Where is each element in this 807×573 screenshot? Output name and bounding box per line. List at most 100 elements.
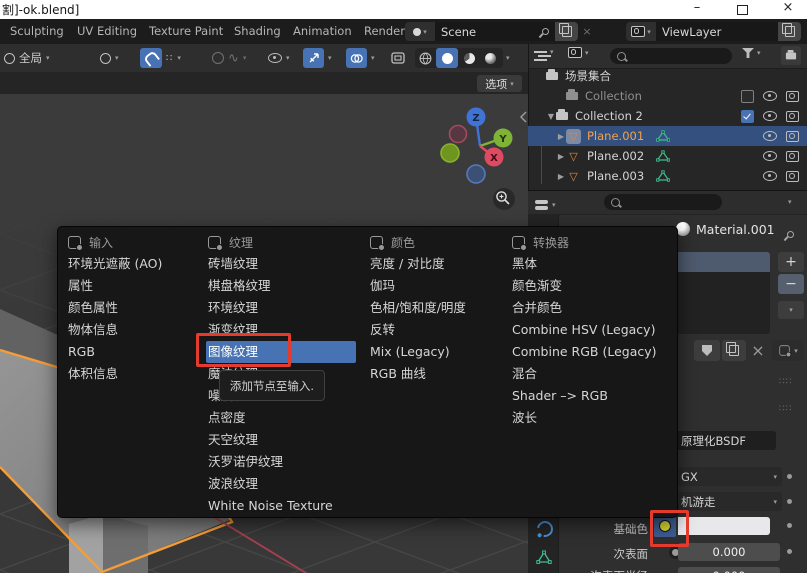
camera-icon[interactable] <box>786 131 799 142</box>
viewlayer-icon-button[interactable]: ▾ <box>626 22 656 41</box>
menu-item[interactable]: 颜色属性 <box>66 297 206 319</box>
outliner-filter-button[interactable]: ▾ <box>742 48 761 58</box>
keyframe-dot[interactable] <box>787 474 792 479</box>
eye-icon[interactable] <box>763 151 777 161</box>
menu-item[interactable]: 波长 <box>510 407 672 429</box>
menu-item[interactable]: Combine HSV (Legacy) <box>510 319 672 341</box>
viewport-zoom-button[interactable] <box>493 188 515 210</box>
new-collection-button[interactable] <box>781 46 801 65</box>
exclude-checkbox[interactable] <box>741 90 754 103</box>
viewlayer-duplicate-button[interactable] <box>778 22 801 41</box>
panel-grip[interactable]: ∷∷ <box>779 377 792 387</box>
tab-rendering[interactable]: Renderi <box>364 19 408 44</box>
menu-item[interactable]: 亮度 / 对比度 <box>368 253 506 275</box>
menu-item[interactable]: White Noise Texture <box>206 495 356 517</box>
menu-item[interactable]: RGB 曲线 <box>368 363 506 385</box>
unlink-material-button[interactable]: × <box>748 340 768 361</box>
snap-toggle[interactable] <box>140 48 162 68</box>
eye-icon[interactable] <box>763 111 777 121</box>
subsurface-method-dropdown[interactable]: 机游走 ▾ <box>676 492 782 511</box>
properties-search-input[interactable] <box>604 194 722 210</box>
menu-item[interactable]: 砖墙纹理 <box>206 253 356 275</box>
material-slot-selected[interactable] <box>676 252 770 272</box>
remove-slot-button[interactable]: − <box>778 274 804 294</box>
menu-item[interactable]: Mix (Legacy) <box>368 341 506 363</box>
eye-icon[interactable] <box>763 91 777 101</box>
close-button[interactable]: × <box>775 0 801 17</box>
menu-item[interactable]: 沃罗诺伊纹理 <box>206 451 356 473</box>
pivot-point-dropdown[interactable]: ▾ <box>100 44 119 72</box>
shading-dropdown[interactable]: ▾ <box>506 44 510 72</box>
row-plane-003[interactable]: ▶ ▽ Plane.003 <box>528 166 807 186</box>
gizmos-toggle[interactable] <box>303 48 324 68</box>
keyframe-dot[interactable] <box>787 499 792 504</box>
menu-item[interactable]: 黑体 <box>510 253 672 275</box>
camera-icon[interactable] <box>786 91 799 102</box>
expand-arrow-icon[interactable]: ▶ <box>556 152 566 161</box>
shading-wireframe-button[interactable] <box>415 48 436 68</box>
tab-physics[interactable] <box>537 521 553 541</box>
scene-name-field[interactable]: Scene <box>435 22 555 41</box>
fake-user-button[interactable] <box>694 340 720 361</box>
node-tree-selector[interactable]: ▾ <box>772 340 804 361</box>
expand-arrow-icon[interactable]: ▶ <box>556 172 566 181</box>
menu-item[interactable]: 天空纹理 <box>206 429 356 451</box>
menu-item[interactable]: 波浪纹理 <box>206 473 356 495</box>
add-slot-button[interactable]: + <box>778 252 804 272</box>
eye-icon[interactable] <box>763 131 777 141</box>
subsurface-radius-field[interactable]: 0.000 <box>678 567 780 573</box>
shading-rendered-button[interactable] <box>480 48 501 68</box>
menu-item[interactable]: 点密度 <box>206 407 356 429</box>
scene-unlink-button[interactable]: × <box>578 22 596 41</box>
menu-item[interactable]: 颜色渐变 <box>510 275 672 297</box>
menu-item[interactable]: 环境光遮蔽 (AO) <box>66 253 206 275</box>
camera-icon[interactable] <box>786 171 799 182</box>
tab-shading[interactable]: Shading <box>234 19 281 44</box>
outliner-display-mode-button[interactable]: ▾ <box>568 47 589 58</box>
keyframe-dot[interactable] <box>787 523 792 528</box>
maximize-button[interactable] <box>737 5 748 15</box>
menu-item[interactable]: 物体信息 <box>66 319 206 341</box>
scene-icon-button[interactable]: ▾ <box>405 22 435 41</box>
show-gizmo-dropdown[interactable]: ▾ <box>268 44 290 72</box>
properties-editor-type-button[interactable]: ▾ <box>535 195 556 209</box>
row-scene-collection[interactable]: 场景集合 <box>528 66 807 86</box>
base-color-swatch[interactable] <box>678 517 770 535</box>
menu-item[interactable]: 体积信息 <box>66 363 206 385</box>
eye-icon[interactable] <box>763 171 777 181</box>
snap-target-icon[interactable]: ∷ <box>166 53 173 64</box>
slot-specials-button[interactable]: ▾ <box>778 301 804 319</box>
menu-item[interactable]: 色相/饱和度/明度 <box>368 297 506 319</box>
row-plane-002[interactable]: ▶ ▽ Plane.002 <box>528 146 807 166</box>
outliner-editor-type-button[interactable]: ▾ <box>534 48 554 56</box>
overlays-toggle[interactable] <box>346 48 367 68</box>
viewlayer-remove-button[interactable]: × <box>801 22 807 41</box>
minimize-button[interactable]: – <box>684 0 710 17</box>
camera-icon[interactable] <box>786 111 799 122</box>
menu-item[interactable]: Shader –> RGB <box>510 385 672 407</box>
menu-item[interactable]: RGB <box>66 341 206 363</box>
menu-item[interactable]: 环境纹理 <box>206 297 356 319</box>
menu-item[interactable]: 反转 <box>368 319 506 341</box>
gizmos-toggle-group[interactable]: ▾ <box>303 44 332 72</box>
exclude-checkbox[interactable] <box>741 110 754 123</box>
shading-material-button[interactable] <box>458 48 480 68</box>
subsurface-value-field[interactable]: 0.000 <box>678 543 780 561</box>
keyframe-dot[interactable] <box>787 549 792 554</box>
tab-sculpting[interactable]: Sculpting <box>10 19 64 44</box>
tab-object-data[interactable] <box>536 549 552 568</box>
row-collection[interactable]: Collection <box>528 86 807 106</box>
gizmo-neg-x-ball[interactable] <box>450 126 467 143</box>
transform-orientation-dropdown[interactable]: 全局 ▾ <box>4 44 50 72</box>
tab-animation[interactable]: Animation <box>293 19 352 44</box>
scene-duplicate-button[interactable] <box>555 22 578 41</box>
row-collection-2[interactable]: ▼ Collection 2 <box>528 106 807 126</box>
menu-item[interactable]: 合并颜色 <box>510 297 672 319</box>
shading-solid-button[interactable] <box>436 48 458 68</box>
expand-arrow-icon[interactable]: ▶ <box>556 132 566 141</box>
camera-icon[interactable] <box>786 151 799 162</box>
duplicate-material-button[interactable] <box>722 340 746 361</box>
gizmo-neg-z-ball[interactable] <box>467 165 485 183</box>
distribution-dropdown[interactable]: GX ▾ <box>676 467 782 486</box>
expand-arrow-icon[interactable]: ▼ <box>546 112 556 121</box>
